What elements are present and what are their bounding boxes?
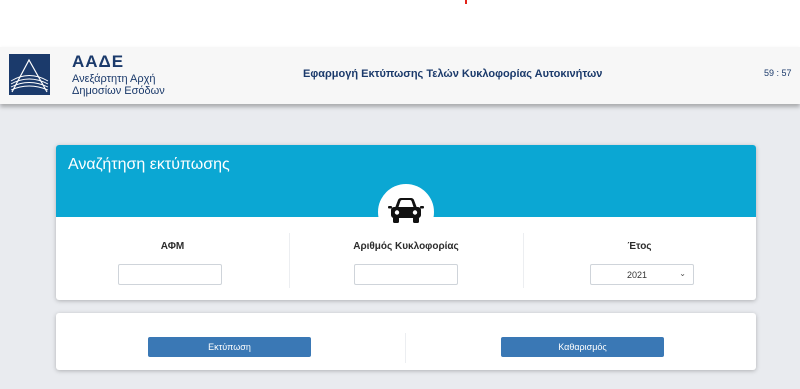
top-strip: [0, 0, 800, 47]
year-label: Έτος: [627, 241, 652, 252]
year-field-group: Έτος 2021 ⌄: [523, 217, 756, 300]
year-select-value: 2021: [626, 270, 648, 280]
clear-button[interactable]: Καθαρισμός: [501, 337, 664, 357]
print-button[interactable]: Εκτύπωση: [148, 337, 311, 357]
search-card-title: Αναζήτηση εκτύπωσης: [68, 156, 230, 173]
afm-field-group: ΑΦΜ: [56, 217, 289, 300]
year-select[interactable]: 2021 ⌄: [590, 264, 694, 285]
afm-input[interactable]: [118, 264, 222, 285]
plate-field-group: Αριθμός Κυκλοφορίας: [289, 217, 523, 300]
logo-subtitle-line1: Ανεξάρτητη Αρχή: [72, 73, 156, 85]
chevron-down-icon: ⌄: [679, 269, 686, 278]
app-header: ΑΑΔΕ Ανεξάρτητη Αρχή Δημοσίων Εσόδων Εφα…: [0, 47, 800, 104]
action-divider: [405, 333, 406, 363]
plate-input[interactable]: [354, 264, 458, 285]
plate-label: Αριθμός Κυκλοφορίας: [353, 241, 459, 252]
logo-subtitle-line2: Δημοσίων Εσόδων: [72, 85, 165, 97]
aade-logo-icon: [9, 54, 50, 95]
red-marker: [465, 0, 467, 4]
action-card: Εκτύπωση Καθαρισμός: [56, 313, 756, 370]
session-timer: 59 : 57: [764, 68, 792, 78]
app-title: Εφαρμογή Εκτύπωσης Τελών Κυκλοφορίας Αυτ…: [303, 68, 603, 80]
logo-title: ΑΑΔΕ: [72, 52, 125, 71]
search-card: Αναζήτηση εκτύπωσης ΑΦΜ Αριθμός Κυκλοφορ…: [56, 145, 756, 300]
afm-label: ΑΦΜ: [160, 241, 185, 252]
